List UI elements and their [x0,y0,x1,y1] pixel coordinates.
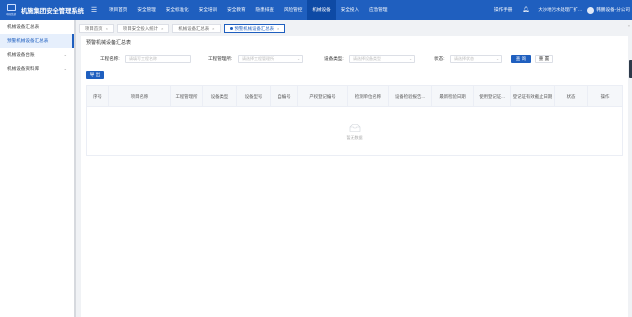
nav-item[interactable]: 隐患排查 [251,0,279,20]
empty-state: 暂无数据 [87,108,622,156]
nav-item[interactable]: 风险管控 [279,0,307,20]
sidebar-item-label: 机械设备台账 [7,52,35,57]
data-table: 序号 项目名称 工程管理所 设备类型 设备型号 自编号 产权登记编号 检测单位名称 设备检验报告… [86,85,623,156]
close-icon[interactable]: × [106,24,108,33]
logo-text: 中国铁建 [5,13,16,16]
search-button[interactable]: 查 询 [511,55,531,63]
avatar[interactable] [587,6,595,14]
mode-label: 工程管理所: [208,56,233,61]
tab[interactable]: 项目首页 × [79,23,114,33]
tab[interactable]: 机械设备汇总表 × [172,23,221,33]
nav-item[interactable]: 安全标准化 [161,0,194,20]
chevron-down-icon: ⌄ [496,57,499,61]
close-icon[interactable]: × [212,24,214,33]
chevron-down-icon: ⌄ [63,52,67,57]
table-column-header: 设备型号 [237,86,271,107]
nav-item[interactable]: 安全投入 [336,0,364,20]
sidebar-item[interactable]: 机械设备资料库 ⌄ [0,62,74,76]
table-column-header: 自编号 [271,86,298,107]
sidebar-item[interactable]: 机械设备汇总表 [0,20,74,34]
table-column-header: 操作 [600,93,610,99]
sidebar-item-label: 机械设备汇总表 [7,24,40,29]
manual-link[interactable]: 操作手册 [494,7,512,13]
nav-item[interactable]: 安全教育 [222,0,250,20]
table-column-header: 项目名称 [109,86,171,107]
chevron-down-icon: ⌄ [409,57,412,61]
tab-label: 项目首页 [85,25,103,31]
nav-item[interactable]: 安全管理 [132,0,160,20]
main-nav: 项目首页 安全管理 安全标准化 安全培训 安全教育 隐患排查 风险管控 机械设备 安全投入 应急管… [104,0,393,20]
tab[interactable]: 预警机械设备汇总表 × [223,23,286,33]
status-select[interactable]: 请选择状态 ⌄ [450,55,502,63]
nav-item[interactable]: 项目首页 [104,0,132,20]
project-name-input[interactable]: 请填写工程名称 [125,55,191,63]
chevron-down-icon: ⌄ [63,66,67,71]
export-button[interactable]: 导 出 [86,71,104,79]
header-right: 操作手册 🔔︎ 大沙地污水处理厂扩… 韩鹏设备-分公司 [494,0,630,20]
table-header: 序号 项目名称 工程管理所 设备类型 设备型号 自编号 产权登记编号 检测单位名称 设备检验报告… [87,86,622,107]
table-column-header: 最新检验日期 [432,86,474,107]
table-column-header: 使用登记证... [474,86,511,107]
close-icon[interactable]: × [277,24,279,33]
table-column-header: 序号 [87,86,109,107]
bell-icon[interactable]: 🔔︎ [522,7,529,13]
mode-select[interactable]: 请选择工程管理所 ⌄ [238,55,303,63]
table-column-header: 产权登记编号 [298,86,348,107]
sidebar-item[interactable]: 机械设备台账 ⌄ [0,48,74,62]
chevron-down-icon: ⌄ [297,57,300,61]
project-label: 工程名称: [100,56,120,61]
tab-label: 预警机械设备汇总表 [234,25,275,31]
table-column-header: 检测单位名称 [348,86,389,107]
filter-row: 工程名称: 请填写工程名称 工程管理所: 请选择工程管理所 ⌄ 设备类型: 请选择… [81,55,628,63]
company-logo: 中国铁建 [2,0,20,20]
empty-box-icon [349,124,360,132]
active-dot-icon [229,26,233,30]
user-name[interactable]: 韩鹏设备-分公司 [596,7,630,13]
content-card: 预警机械设备汇总表 工程名称: 请填写工程名称 工程管理所: 请选择工程管理所 ⌄… [81,36,628,317]
app-title: 机施集团安全管理系统 [21,7,84,15]
close-icon[interactable]: × [161,24,163,33]
table-column-header: 设备检验报告... [389,86,432,107]
sidebar-item-label: 预警机械设备汇总表 [7,38,49,43]
nav-item[interactable]: 安全培训 [194,0,222,20]
table-column-header: 登记证有效截止日期 [511,86,555,107]
tabs-more-icon[interactable]: » [628,23,630,28]
status-label: 状态: [434,56,445,61]
sidebar-item[interactable]: 预警机械设备汇总表 [0,34,74,48]
page-title: 预警机械设备汇总表 [86,40,132,46]
device-type-label: 设备类型: [324,56,344,61]
tab-label: 机械设备汇总表 [178,25,210,31]
tab-bar: 项目首页 × 项目安全投入统计 × 机械设备汇总表 × 预警机械设备汇总表 ×» [79,22,632,34]
tab-label: 项目安全投入统计 [122,25,159,31]
reset-button[interactable]: 重 置 [535,55,553,63]
tab[interactable]: 项目安全投入统计 × [116,23,170,33]
table-column-header: 设备类型 [203,86,237,107]
logo-mark-icon [6,4,16,11]
top-navbar: 中国铁建 机施集团安全管理系统 ☰ 项目首页 安全管理 安全标准化 安全培训 安全教育隐… [0,0,632,20]
sidebar: 机械设备汇总表预警机械设备汇总表 机械设备台账 ⌄ 机械设备资料库 ⌄ [0,20,76,317]
org-selector[interactable]: 大沙地污水处理厂扩… [538,7,582,13]
table-column-header: 工程管理所 [171,86,203,107]
sidebar-item-label: 机械设备资料库 [7,66,40,71]
nav-item[interactable]: 机械设备 [307,0,336,20]
empty-text: 暂无数据 [346,135,363,140]
table-column-header: 状态 [555,86,588,107]
menu-toggle-icon[interactable]: ☰ [85,6,103,14]
nav-item[interactable]: 应急管理 [364,0,392,20]
device-type-select[interactable]: 请选择设备类型 ⌄ [349,55,415,63]
